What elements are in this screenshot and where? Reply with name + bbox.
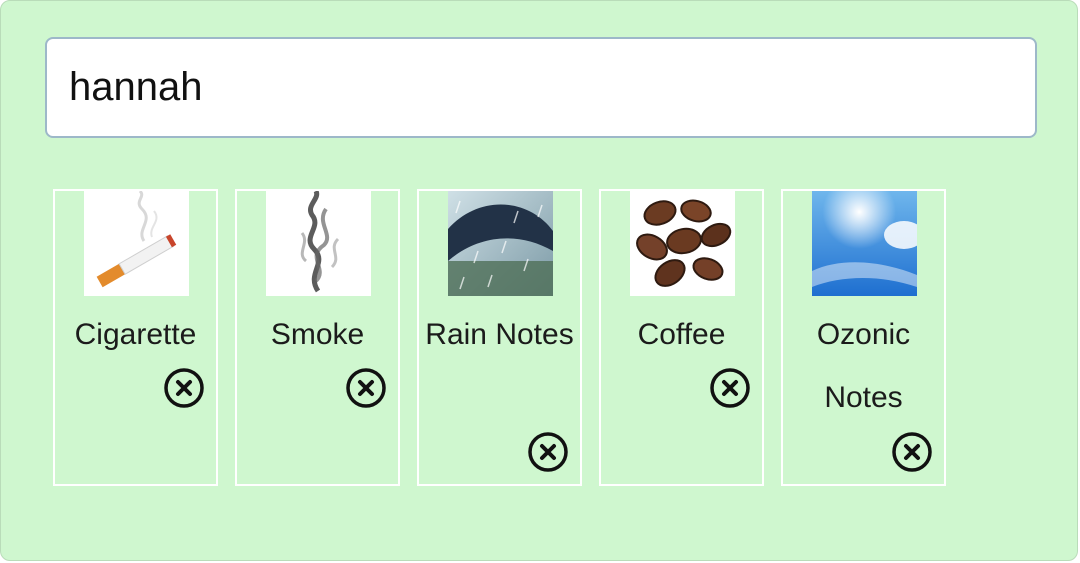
rain-umbrella-icon — [448, 191, 553, 296]
cigarette-icon — [84, 191, 189, 296]
close-circle-icon[interactable] — [163, 367, 205, 409]
note-label: Ozonic Notes — [816, 318, 911, 414]
note-label: Coffee — [637, 318, 726, 351]
close-circle-icon[interactable] — [527, 431, 569, 473]
note-card-smoke: Smoke — [235, 189, 400, 486]
close-circle-icon[interactable] — [891, 431, 933, 473]
smoke-icon — [266, 191, 371, 296]
blue-sky-icon — [812, 191, 917, 296]
coffee-beans-icon — [630, 191, 735, 296]
note-card-ozonic-notes: Ozonic Notes — [781, 189, 946, 486]
note-card-list: Cigarette Smoke Rain Notes Coffee Ozonic… — [53, 189, 946, 486]
close-circle-icon[interactable] — [345, 367, 387, 409]
note-card-cigarette: Cigarette — [53, 189, 218, 486]
name-input[interactable] — [45, 37, 1037, 138]
note-label: Smoke — [270, 318, 365, 351]
note-label: Rain Notes — [425, 318, 574, 351]
note-label: Cigarette — [74, 318, 197, 351]
note-panel: Cigarette Smoke — [0, 0, 1078, 561]
note-card-coffee: Coffee — [599, 189, 764, 486]
close-circle-icon[interactable] — [709, 367, 751, 409]
note-card-rain-notes: Rain Notes — [417, 189, 582, 486]
